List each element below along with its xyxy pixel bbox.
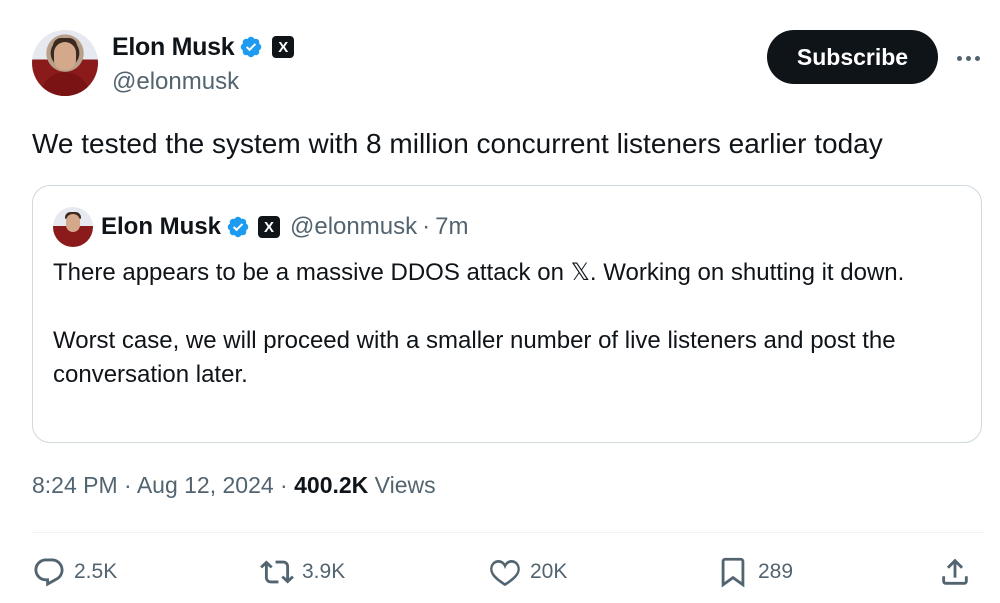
more-dot — [965, 55, 971, 61]
author-handle[interactable]: @elonmusk — [112, 68, 239, 96]
tweet-date[interactable]: Aug 12, 2024 — [137, 472, 274, 498]
author-name-row: Elon Musk X — [112, 32, 295, 62]
repost-count: 3.9K — [302, 560, 346, 583]
avatar-face — [66, 214, 80, 232]
quoted-tweet-header: Elon Musk X @elonmusk · 7m — [53, 206, 468, 248]
divider — [32, 532, 984, 533]
quoted-tweet-body: There appears to be a massive DDOS attac… — [53, 256, 953, 392]
bookmark-icon — [721, 557, 745, 588]
like-button[interactable]: 20K — [488, 552, 567, 592]
bookmark-count: 289 — [758, 560, 794, 583]
views-count: 400.2K — [294, 472, 369, 498]
verified-badge-icon — [227, 216, 249, 238]
verified-badge-icon — [241, 36, 262, 58]
dot-separator: · — [273, 472, 295, 498]
avatar-suit — [40, 72, 90, 96]
share-icon — [942, 558, 968, 585]
share-button[interactable] — [938, 552, 972, 592]
repost-button[interactable]: 3.9K — [260, 552, 345, 592]
avatar-face — [54, 42, 76, 70]
heart-icon — [490, 559, 520, 587]
quoted-author-handle[interactable]: @elonmusk — [290, 213, 417, 241]
views-label: Views — [368, 472, 436, 498]
more-dot — [974, 55, 980, 61]
like-count: 20K — [530, 560, 568, 583]
reply-button[interactable]: 2.5K — [32, 552, 117, 592]
subscribe-button[interactable]: Subscribe — [767, 30, 938, 84]
tweet-header: Elon Musk X @elonmusk Subscribe — [32, 28, 984, 100]
quoted-tweet[interactable]: Elon Musk X @elonmusk · 7m There appears… — [32, 185, 982, 443]
repost-icon — [260, 560, 294, 584]
more-options-icon[interactable] — [952, 42, 984, 74]
author-name[interactable]: Elon Musk — [112, 33, 235, 62]
action-bar: 2.5K 3.9K 20K 289 — [32, 552, 984, 592]
quoted-author-name[interactable]: Elon Musk — [101, 213, 221, 241]
tweet-time[interactable]: 8:24 PM — [32, 472, 118, 498]
more-dot — [956, 55, 962, 61]
tweet-metadata: 8:24 PM · Aug 12, 2024 · 400.2K Views — [32, 472, 436, 499]
dot-separator: · — [117, 472, 137, 498]
tweet-text: We tested the system with 8 million conc… — [32, 128, 883, 159]
reply-icon — [34, 558, 64, 587]
quoted-tweet-paragraph: Worst case, we will proceed with a small… — [53, 327, 896, 388]
reply-count: 2.5K — [74, 560, 118, 583]
quoted-tweet-time[interactable]: 7m — [435, 213, 468, 241]
x-affiliation-icon: X — [272, 36, 295, 58]
bookmark-button[interactable]: 289 — [716, 552, 793, 592]
quoted-tweet-paragraph: There appears to be a massive DDOS attac… — [53, 259, 905, 286]
x-affiliation-icon: X — [258, 216, 281, 238]
quoted-author-avatar[interactable] — [53, 207, 93, 247]
author-avatar[interactable] — [32, 30, 98, 96]
dot-separator: · — [422, 213, 431, 240]
